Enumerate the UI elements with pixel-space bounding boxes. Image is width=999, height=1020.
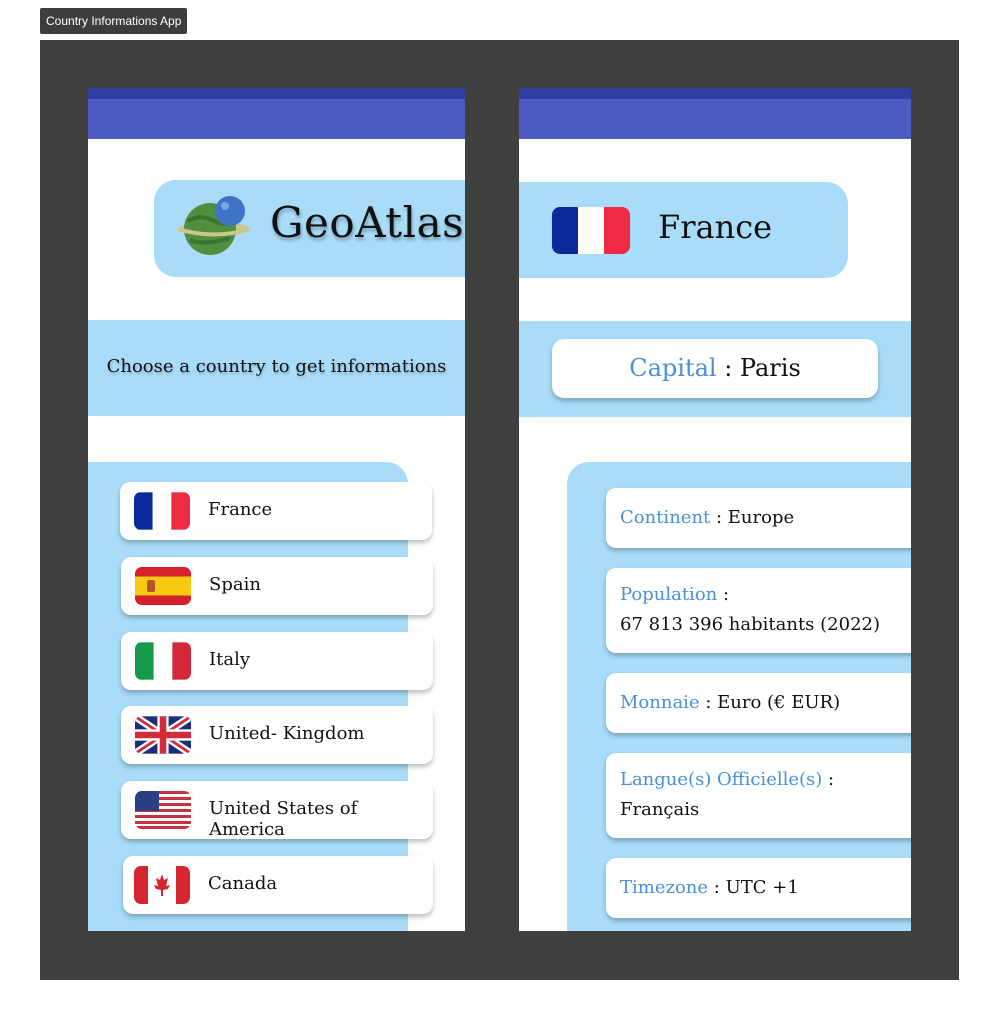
- currency-value: Euro (€ EUR): [717, 692, 841, 713]
- app-title: GeoAtlas: [270, 198, 465, 247]
- languages-label: Langue(s) Officielle(s): [620, 769, 823, 790]
- country-item-united-kingdom[interactable]: United- Kingdom: [121, 706, 433, 764]
- country-item-usa[interactable]: United States of America: [121, 781, 433, 840]
- country-item-canada[interactable]: Canada: [123, 856, 433, 914]
- languages-value: Français: [620, 799, 700, 820]
- italy-flag-icon: [135, 642, 191, 680]
- frame-label: Country Informations App: [40, 8, 188, 34]
- capital-card: Capital : Paris: [552, 339, 878, 398]
- currency-label: Monnaie: [620, 692, 700, 713]
- country-name: United States of America: [209, 798, 358, 840]
- app-bar: [88, 99, 465, 139]
- capital-separator: :: [716, 354, 740, 382]
- spain-flag-icon: [135, 567, 191, 605]
- timezone-label: Timezone: [620, 877, 709, 898]
- languages-card: Langue(s) Officielle(s) : Français: [606, 753, 911, 838]
- continent-separator: :: [710, 507, 728, 528]
- france-flag-icon: [552, 207, 630, 254]
- country-item-spain[interactable]: Spain: [121, 557, 433, 615]
- country-name: Italy: [209, 649, 251, 670]
- design-canvas: GeoAtlas Choose a country to get informa…: [40, 40, 959, 980]
- status-bar: [88, 88, 465, 99]
- detail-screen: France Capital : Paris Continent : Europ…: [519, 88, 911, 931]
- country-name: Spain: [209, 574, 261, 595]
- country-list: France Spain Italy United- Kingdom Unite…: [88, 462, 433, 931]
- prompt-band: Choose a country to get informations: [88, 320, 465, 416]
- timezone-card: Timezone : UTC +1: [606, 858, 911, 918]
- continent-value: Europe: [727, 507, 795, 528]
- currency-separator: :: [699, 692, 718, 713]
- country-item-italy[interactable]: Italy: [121, 632, 433, 690]
- status-bar: [519, 88, 911, 99]
- languages-separator: :: [822, 769, 835, 790]
- canada-flag-icon: [134, 866, 190, 904]
- population-separator: :: [717, 584, 730, 605]
- app-bar: [519, 99, 911, 139]
- currency-card: Monnaie : Euro (€ EUR): [606, 673, 911, 733]
- logo-card: GeoAtlas: [154, 180, 465, 277]
- continent-card: Continent : Europe: [606, 488, 911, 548]
- country-name: France: [208, 499, 273, 520]
- continent-label: Continent: [620, 507, 711, 528]
- capital-label: Capital: [629, 354, 717, 382]
- usa-flag-icon: [135, 791, 191, 829]
- capital-value: Paris: [739, 354, 801, 382]
- planet-logo-icon: [178, 196, 251, 255]
- population-value: 67 813 396 habitants (2022): [620, 614, 880, 635]
- united-kingdom-flag-icon: [135, 716, 191, 754]
- info-panel: Continent : Europe Population : 67 813 3…: [567, 462, 911, 931]
- population-label: Population: [620, 584, 718, 605]
- country-item-france[interactable]: France: [120, 482, 432, 540]
- home-screen: GeoAtlas Choose a country to get informa…: [88, 88, 465, 931]
- population-card: Population : 67 813 396 habitants (2022): [606, 568, 911, 653]
- france-flag-icon: [134, 492, 190, 530]
- country-header-card: France: [519, 182, 848, 278]
- prompt-text: Choose a country to get informations: [106, 356, 447, 377]
- capital-band: Capital : Paris: [519, 321, 911, 417]
- timezone-value: UTC +1: [725, 877, 799, 898]
- country-name: Canada: [208, 873, 278, 894]
- timezone-separator: :: [708, 877, 726, 898]
- country-title: France: [658, 208, 773, 246]
- country-name: United- Kingdom: [209, 723, 365, 744]
